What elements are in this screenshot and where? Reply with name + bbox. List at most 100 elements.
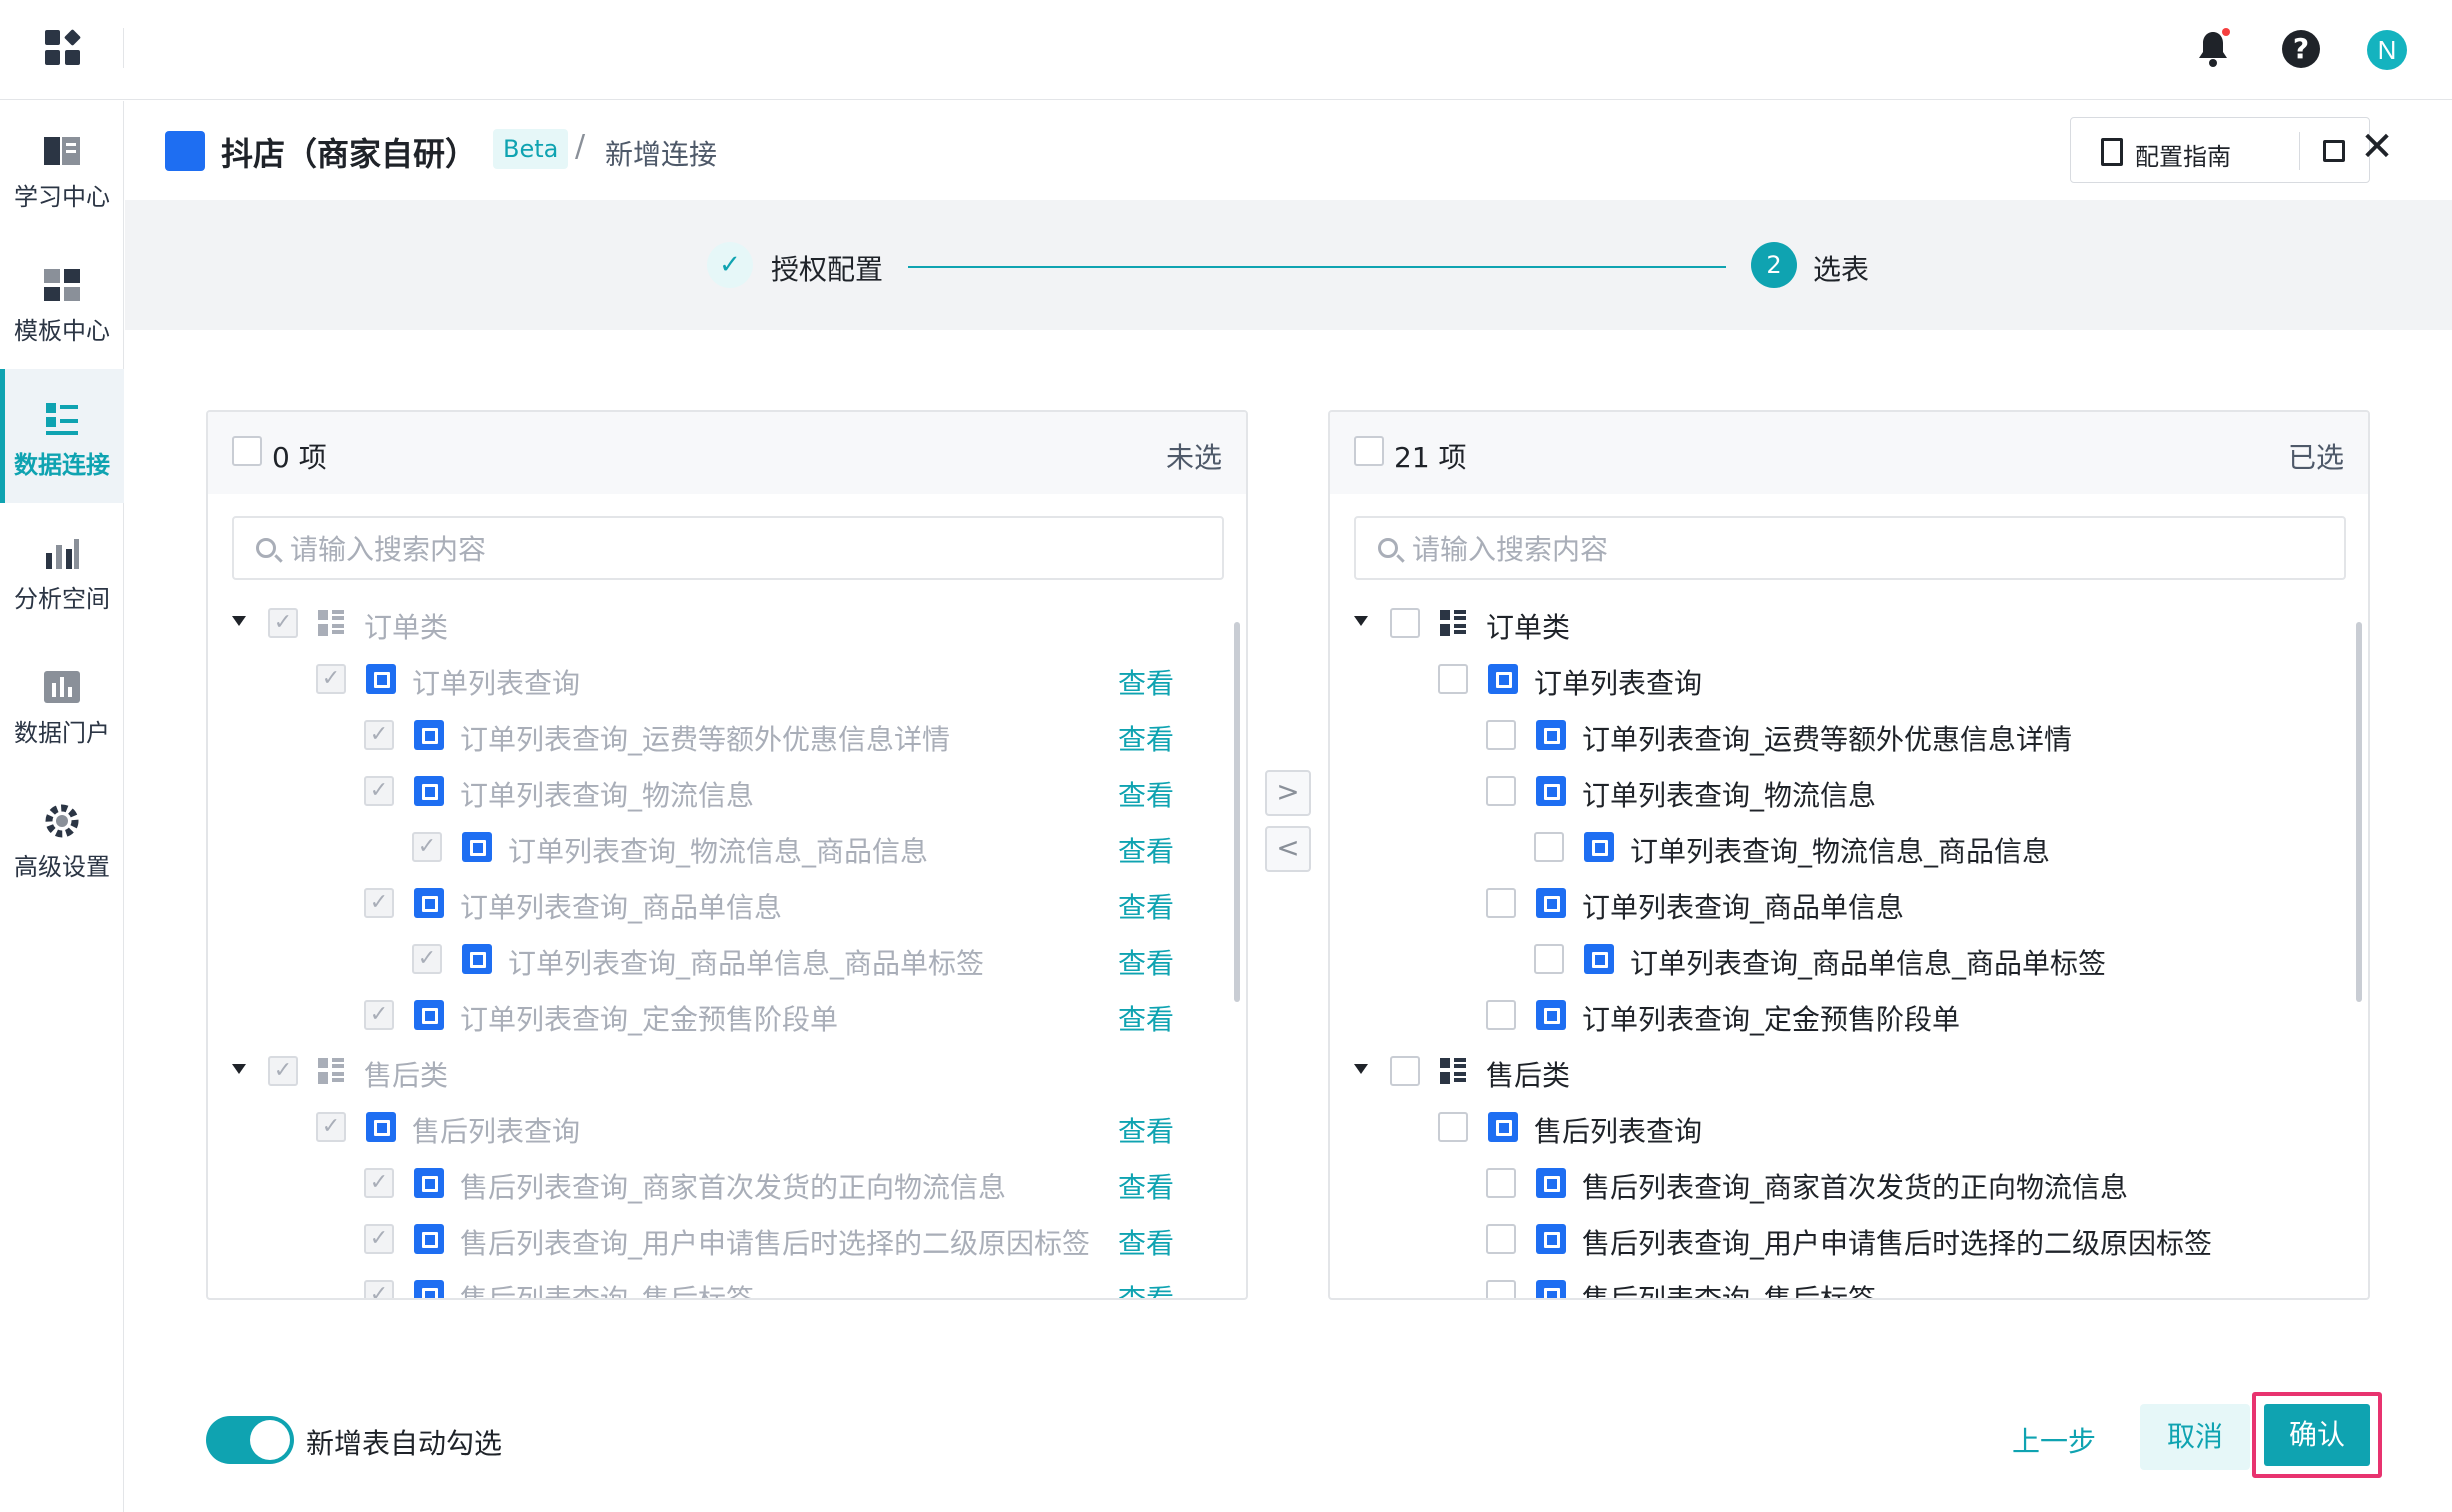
tree-category-row[interactable]: 售后类: [1330, 1044, 2340, 1100]
view-link[interactable]: 查看: [1118, 942, 1174, 982]
tree-table-row[interactable]: ✓ 售后列表查询_用户申请售后时选择的二级原因标签 查看: [208, 1212, 1218, 1268]
row-checkbox[interactable]: ✓: [364, 1000, 394, 1030]
view-link[interactable]: 查看: [1118, 886, 1174, 926]
tree-table-row[interactable]: 订单列表查询_商品单信息: [1330, 876, 2340, 932]
tree-table-row[interactable]: 售后列表查询_用户申请售后时选择的二级原因标签: [1330, 1212, 2340, 1268]
row-checkbox[interactable]: [1486, 720, 1516, 750]
row-checkbox[interactable]: [1486, 1224, 1516, 1254]
row-checkbox[interactable]: [1534, 832, 1564, 862]
row-checkbox[interactable]: ✓: [268, 1056, 298, 1086]
sidebar-item-template-center[interactable]: 模板中心: [0, 235, 124, 369]
tree-table-row[interactable]: ✓ 售后列表查询_售后标签 查看: [208, 1268, 1218, 1298]
open-external-icon[interactable]: [2323, 140, 2345, 162]
sidebar-item-learning-center[interactable]: 学习中心: [0, 101, 124, 235]
row-checkbox[interactable]: ✓: [316, 664, 346, 694]
select-all-checkbox[interactable]: [1354, 436, 1384, 466]
close-icon[interactable]: ✕: [2357, 127, 2397, 167]
tree-table-row[interactable]: ✓ 订单列表查询_商品单信息 查看: [208, 876, 1218, 932]
search-input[interactable]: [290, 530, 1190, 568]
row-checkbox[interactable]: [1486, 1280, 1516, 1298]
confirm-button[interactable]: 确认: [2264, 1404, 2370, 1466]
help-icon[interactable]: ?: [2282, 30, 2320, 68]
expand-caret-icon[interactable]: [232, 616, 246, 626]
tree-table-row[interactable]: 订单列表查询_定金预售阶段单: [1330, 988, 2340, 1044]
view-link[interactable]: 查看: [1118, 774, 1174, 814]
row-label: 订单类: [364, 611, 449, 644]
tree-table-row[interactable]: ✓ 订单列表查询_物流信息 查看: [208, 764, 1218, 820]
sidebar-item-advanced-settings[interactable]: 高级设置: [0, 771, 124, 905]
search-input[interactable]: [1412, 530, 2312, 568]
tree-table-row[interactable]: ✓ 售后列表查询 查看: [208, 1100, 1218, 1156]
view-link[interactable]: 查看: [1118, 662, 1174, 702]
row-checkbox[interactable]: [1438, 1112, 1468, 1142]
row-checkbox[interactable]: ✓: [316, 1112, 346, 1142]
sidebar-item-data-connection[interactable]: 数据连接: [0, 369, 124, 503]
tree-table-row[interactable]: 订单列表查询_商品单信息_商品单标签: [1330, 932, 2340, 988]
expand-caret-icon[interactable]: [232, 1064, 246, 1074]
step-connector: [908, 266, 1726, 268]
table-icon: [414, 776, 444, 806]
tree-category-row[interactable]: ✓ 订单类: [208, 596, 1218, 652]
view-link[interactable]: 查看: [1118, 1166, 1174, 1206]
tree-table-row[interactable]: ✓ 订单列表查询_物流信息_商品信息 查看: [208, 820, 1218, 876]
tree-category-row[interactable]: 订单类: [1330, 596, 2340, 652]
row-checkbox[interactable]: ✓: [412, 944, 442, 974]
tree-table-row[interactable]: 订单列表查询: [1330, 652, 2340, 708]
cancel-button[interactable]: 取消: [2140, 1404, 2250, 1470]
move-right-button[interactable]: >: [1265, 770, 1311, 816]
move-left-button[interactable]: <: [1265, 826, 1311, 872]
expand-caret-icon[interactable]: [1354, 1064, 1368, 1074]
sidebar-item-data-portal[interactable]: 数据门户: [0, 637, 124, 771]
view-link[interactable]: 查看: [1118, 1278, 1174, 1298]
row-checkbox[interactable]: [1486, 888, 1516, 918]
app-grid-icon[interactable]: [45, 29, 81, 66]
tree-table-row[interactable]: ✓ 售后列表查询_商家首次发货的正向物流信息 查看: [208, 1156, 1218, 1212]
tree-table-row[interactable]: ✓ 订单列表查询 查看: [208, 652, 1218, 708]
view-link[interactable]: 查看: [1118, 998, 1174, 1038]
sidebar-item-analysis-space[interactable]: 分析空间: [0, 503, 124, 637]
table-icon: [462, 944, 492, 974]
tree-table-row[interactable]: ✓ 订单列表查询_定金预售阶段单 查看: [208, 988, 1218, 1044]
row-checkbox[interactable]: ✓: [268, 608, 298, 638]
row-checkbox[interactable]: [1390, 1056, 1420, 1086]
row-checkbox[interactable]: ✓: [364, 1224, 394, 1254]
tree-table-row[interactable]: ✓ 订单列表查询_运费等额外优惠信息详情 查看: [208, 708, 1218, 764]
scrollbar-thumb[interactable]: [1234, 622, 1240, 1002]
row-checkbox[interactable]: [1486, 1000, 1516, 1030]
row-checkbox[interactable]: [1486, 1168, 1516, 1198]
view-link[interactable]: 查看: [1118, 1222, 1174, 1262]
selected-panel: 21 项 已选 订单类订单列表查询订单列表查询_运费等额外优惠信息详情订单列表查…: [1328, 410, 2370, 1300]
tree-table-row[interactable]: 售后列表查询: [1330, 1100, 2340, 1156]
tree-table-row[interactable]: 订单列表查询_运费等额外优惠信息详情: [1330, 708, 2340, 764]
scrollbar-thumb[interactable]: [2356, 622, 2362, 1002]
scrollbar[interactable]: [2354, 596, 2364, 1286]
row-checkbox[interactable]: [1486, 776, 1516, 806]
user-avatar[interactable]: N: [2367, 30, 2407, 70]
row-checkbox[interactable]: [1438, 664, 1468, 694]
view-link[interactable]: 查看: [1118, 1110, 1174, 1150]
scrollbar[interactable]: [1232, 596, 1242, 1286]
tree-table-row[interactable]: 售后列表查询_商家首次发货的正向物流信息: [1330, 1156, 2340, 1212]
row-checkbox[interactable]: ✓: [412, 832, 442, 862]
row-checkbox[interactable]: ✓: [364, 1168, 394, 1198]
table-icon: [366, 664, 396, 694]
notification-bell-icon[interactable]: [2196, 28, 2230, 68]
tree-table-row[interactable]: 订单列表查询_物流信息: [1330, 764, 2340, 820]
expand-caret-icon[interactable]: [1354, 616, 1368, 626]
row-checkbox[interactable]: ✓: [364, 888, 394, 918]
previous-step-button[interactable]: 上一步: [2012, 1420, 2096, 1460]
row-checkbox[interactable]: [1390, 608, 1420, 638]
auto-select-toggle[interactable]: [206, 1416, 294, 1464]
tree-table-row[interactable]: ✓ 订单列表查询_商品单信息_商品单标签 查看: [208, 932, 1218, 988]
select-all-checkbox[interactable]: [232, 436, 262, 466]
row-checkbox[interactable]: ✓: [364, 1280, 394, 1298]
view-link[interactable]: 查看: [1118, 830, 1174, 870]
tree-table-row[interactable]: 订单列表查询_物流信息_商品信息: [1330, 820, 2340, 876]
tree-category-row[interactable]: ✓ 售后类: [208, 1044, 1218, 1100]
row-checkbox[interactable]: ✓: [364, 720, 394, 750]
view-link[interactable]: 查看: [1118, 718, 1174, 758]
tree-table-row[interactable]: 售后列表查询_售后标签: [1330, 1268, 2340, 1298]
config-guide-button[interactable]: 配置指南: [2070, 117, 2370, 183]
row-checkbox[interactable]: ✓: [364, 776, 394, 806]
row-checkbox[interactable]: [1534, 944, 1564, 974]
